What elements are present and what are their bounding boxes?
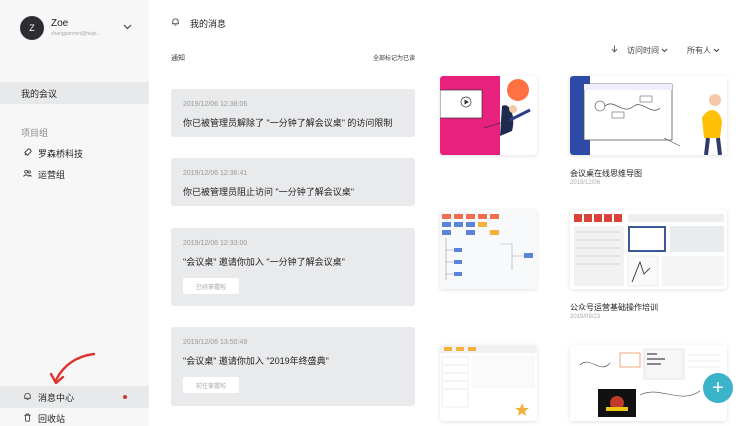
notification-action-button[interactable]: 已经掌握啦: [183, 278, 239, 294]
notification-item: 2019/12/06 13:50:49 "会议桌" 邀请你加入 "2019年终盛…: [171, 327, 415, 406]
bell-icon: [171, 17, 180, 29]
add-meeting-button[interactable]: +: [703, 373, 733, 403]
sidebar-item-label: 罗森桥科技: [38, 148, 84, 159]
sidebar-item-message-center[interactable]: 消息中心: [0, 386, 149, 408]
chevron-down-icon: [713, 46, 720, 55]
notification-item[interactable]: 2019/12/06 12:38:06 你已被管理员解除了 "一分钟了解会议桌"…: [171, 89, 415, 137]
trash-icon: [21, 413, 33, 424]
notification-item: 2019/12/06 12:33:00 "会议桌" 邀请你加入 "一分钟了解会议…: [171, 228, 415, 306]
notification-action-button[interactable]: 前往掌握啦: [183, 377, 239, 393]
notification-text: 你已被管理员解除了 "一分钟了解会议桌" 的访问限制: [183, 118, 393, 128]
meeting-card-thumbnail[interactable]: [570, 76, 727, 155]
sidebar-item-recycle-bin[interactable]: 回收站: [0, 407, 149, 426]
notification-item[interactable]: 2019/12/06 12:36:41 你已被管理员阻止访问 "一分钟了解会议桌…: [171, 158, 415, 206]
project-group-heading: 项目组: [21, 128, 49, 138]
avatar[interactable]: Z: [20, 16, 44, 40]
page-title: 我的消息: [190, 19, 227, 29]
sidebar-item-label: 运营组: [38, 169, 66, 180]
owner-select-value: 所有人: [687, 46, 711, 55]
sidebar-item-my-meetings[interactable]: 我的会议: [0, 82, 149, 104]
sidebar-item-label: 回收站: [38, 413, 66, 424]
owner-select[interactable]: 所有人: [687, 45, 720, 56]
sidebar-item-label: 消息中心: [38, 392, 75, 403]
profile-name: Zoe: [51, 18, 69, 29]
meeting-card-thumbnail[interactable]: [440, 76, 537, 155]
unread-badge: [123, 395, 127, 399]
notification-text: 你已被管理员阻止访问 "一分钟了解会议桌": [183, 187, 354, 197]
notifications-section-label: 通知: [171, 55, 185, 62]
chevron-down-icon: [661, 46, 668, 55]
sidebar-item-label: 我的会议: [21, 88, 58, 99]
notification-time: 2019/12/06 13:50:49: [183, 339, 248, 346]
notification-text: "会议桌" 邀请你加入 "2019年终盛典": [183, 356, 329, 366]
meeting-card-thumbnail[interactable]: [440, 345, 537, 421]
notification-text: "会议桌" 邀请你加入 "一分钟了解会议桌": [183, 257, 345, 267]
bell-icon: [21, 392, 33, 403]
annotation-arrow: [49, 352, 96, 385]
notification-time: 2019/12/06 12:38:06: [183, 101, 248, 108]
notification-time: 2019/12/06 12:36:41: [183, 170, 248, 177]
people-icon: [21, 169, 33, 180]
meeting-card-thumbnail[interactable]: [440, 210, 537, 289]
rocket-icon: [21, 147, 33, 159]
card-date: 2019/09/23: [570, 314, 601, 320]
chevron-down-icon[interactable]: [123, 22, 132, 32]
card-date: 2019/12/06: [570, 180, 601, 186]
sidebar-item-group-1[interactable]: 运营组: [0, 163, 149, 185]
profile-menu[interactable]: Z Zoe zhangpanmin@huiyi...: [20, 16, 140, 42]
mark-all-read-link[interactable]: 全部标记为已读: [373, 53, 415, 62]
card-title[interactable]: 公众号运营基础操作培训: [570, 302, 658, 313]
sort-select-value: 访问时间: [627, 46, 659, 55]
sort-select[interactable]: 访问时间: [627, 45, 668, 56]
sort-icon[interactable]: [611, 45, 618, 55]
card-title[interactable]: 会议桌在线思维导图: [570, 168, 642, 179]
meeting-card-thumbnail[interactable]: [570, 210, 727, 289]
notification-time: 2019/12/06 12:33:00: [183, 240, 248, 247]
sidebar-item-group-0[interactable]: 罗森桥科技: [0, 142, 149, 164]
